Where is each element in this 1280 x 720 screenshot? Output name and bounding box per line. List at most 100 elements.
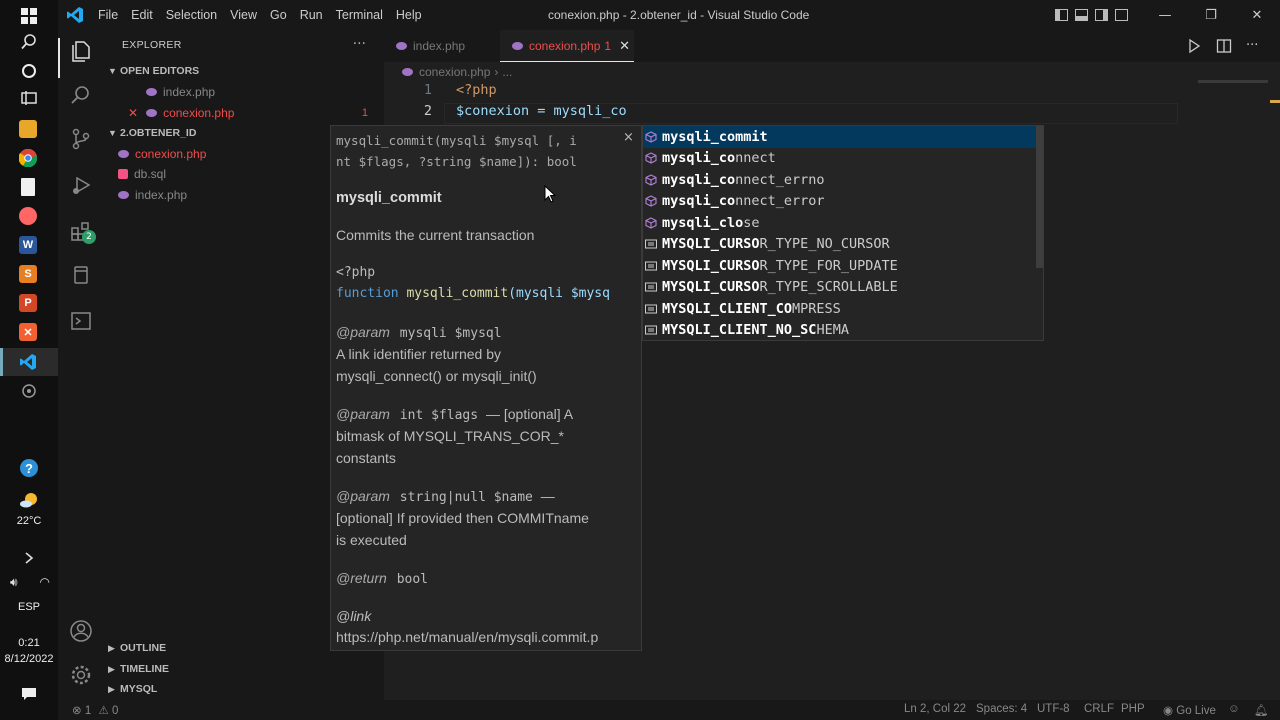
suggestion-rest: R_TYPE_NO_CURSOR bbox=[759, 236, 890, 253]
tab-index-php[interactable]: index.php bbox=[384, 30, 500, 62]
param3-desc-3: is executed bbox=[336, 532, 407, 548]
mysql-section[interactable]: ▶ MYSQL bbox=[104, 679, 384, 699]
suggestion-item[interactable]: mysqli_connect_error bbox=[643, 191, 1043, 213]
timeline-section[interactable]: ▶ TIMELINE bbox=[104, 659, 384, 679]
method-icon bbox=[645, 174, 657, 186]
chevron-down-icon: ▼ bbox=[108, 66, 117, 76]
manage-gear-icon[interactable] bbox=[68, 662, 94, 688]
suggestion-item[interactable]: MYSQLI_CLIENT_COMPRESS bbox=[643, 298, 1043, 320]
xampp-icon[interactable]: ✕ bbox=[19, 323, 37, 341]
terminal-view-icon[interactable] bbox=[68, 308, 94, 334]
file-explorer-icon[interactable] bbox=[19, 120, 37, 138]
notepad-icon[interactable] bbox=[21, 178, 35, 196]
editor-actions: ··· bbox=[1172, 38, 1262, 54]
suggestion-item[interactable]: MYSQLI_CURSOR_TYPE_SCROLLABLE bbox=[643, 277, 1043, 299]
powerpoint-icon[interactable]: P bbox=[19, 294, 37, 312]
toggle-sidebar-icon[interactable] bbox=[1055, 9, 1068, 21]
run-debug-icon[interactable] bbox=[68, 172, 94, 198]
example-open-tag: <?php bbox=[336, 265, 376, 280]
explorer-icon[interactable] bbox=[68, 38, 94, 64]
split-editor-icon[interactable] bbox=[1216, 38, 1232, 54]
encoding[interactable]: UTF-8 bbox=[1037, 703, 1070, 715]
toggle-secondary-sidebar-icon[interactable] bbox=[1095, 9, 1108, 21]
wifi-icon[interactable]: ◠ bbox=[40, 575, 50, 589]
menu-file[interactable]: File bbox=[98, 8, 118, 22]
source-control-icon[interactable] bbox=[68, 126, 94, 152]
clock-date[interactable]: 8/12/2022 bbox=[0, 653, 58, 665]
close-editor-icon[interactable]: ✕ bbox=[128, 106, 138, 120]
menu-run[interactable]: Run bbox=[300, 8, 323, 22]
database-icon[interactable] bbox=[68, 262, 94, 288]
help-icon[interactable]: ? bbox=[19, 458, 39, 478]
suggestion-item[interactable]: MYSQLI_CLIENT_NO_SCHEMA bbox=[643, 320, 1043, 342]
docs-link[interactable]: https://php.net/manual/en/mysqli.commit.… bbox=[336, 629, 598, 645]
cortana-icon[interactable] bbox=[19, 61, 39, 81]
search-view-icon[interactable] bbox=[68, 82, 94, 108]
settings-taskbar-icon[interactable] bbox=[19, 381, 39, 401]
menu-selection[interactable]: Selection bbox=[166, 8, 217, 22]
menu-terminal[interactable]: Terminal bbox=[336, 8, 383, 22]
more-editor-actions-icon[interactable]: ··· bbox=[1246, 38, 1262, 54]
tab-conexion-php[interactable]: conexion.php 1 ✕ bbox=[500, 30, 634, 62]
suggestion-item[interactable]: MYSQLI_CURSOR_TYPE_NO_CURSOR bbox=[643, 234, 1043, 256]
search-icon[interactable] bbox=[19, 32, 39, 52]
more-actions-icon[interactable]: ··· bbox=[353, 36, 366, 52]
word-icon[interactable]: W bbox=[19, 236, 37, 254]
menu-help[interactable]: Help bbox=[396, 8, 422, 22]
param1: @param mysqli $mysql bbox=[336, 324, 502, 341]
php-file-icon bbox=[402, 68, 413, 76]
account-icon[interactable] bbox=[68, 618, 94, 644]
breadcrumb-rest[interactable]: ... bbox=[502, 65, 512, 79]
run-icon[interactable] bbox=[1186, 38, 1202, 54]
windows-start-icon[interactable] bbox=[19, 6, 39, 26]
vscode-taskbar-icon[interactable] bbox=[19, 353, 37, 371]
menu-edit[interactable]: Edit bbox=[131, 8, 153, 22]
open-editor-item[interactable]: index.php bbox=[104, 82, 384, 102]
menu-view[interactable]: View bbox=[230, 8, 257, 22]
language-indicator[interactable]: ESP bbox=[0, 601, 58, 613]
php-file-icon bbox=[118, 150, 129, 158]
close-window-button[interactable]: ✕ bbox=[1234, 0, 1280, 30]
suggestion-item[interactable]: mysqli_commit bbox=[643, 126, 1043, 148]
weather-icon[interactable] bbox=[19, 490, 39, 510]
customize-layout-icon[interactable] bbox=[1115, 9, 1128, 21]
feedback-icon[interactable]: ☺ bbox=[1228, 703, 1240, 715]
problems-indicator[interactable]: ⊗ 1 ⚠ 0 bbox=[72, 703, 118, 717]
speaker-icon[interactable]: 🔊︎ bbox=[10, 575, 18, 590]
sublime-icon[interactable]: S bbox=[19, 265, 37, 283]
php-file-icon bbox=[512, 41, 523, 50]
svg-text:?: ? bbox=[25, 461, 33, 476]
menu-go[interactable]: Go bbox=[270, 8, 287, 22]
indentation[interactable]: Spaces: 4 bbox=[976, 703, 1027, 715]
breadcrumb-file[interactable]: conexion.php bbox=[419, 65, 490, 79]
close-tab-icon[interactable]: ✕ bbox=[619, 38, 630, 54]
restore-button[interactable]: ❐ bbox=[1188, 0, 1234, 30]
notifications-bell-icon[interactable]: 🔔︎ bbox=[1254, 703, 1269, 717]
chevron-right-icon[interactable] bbox=[19, 548, 39, 568]
open-editor-item-active[interactable]: ✕ conexion.php 1 bbox=[104, 103, 384, 123]
open-editors-section[interactable]: ▼ OPEN EDITORS bbox=[104, 61, 384, 81]
minimize-button[interactable]: — bbox=[1142, 0, 1188, 30]
notifications-icon[interactable] bbox=[19, 684, 39, 704]
timeline-label: TIMELINE bbox=[120, 663, 169, 675]
toggle-panel-icon[interactable] bbox=[1075, 9, 1088, 21]
line-ending[interactable]: CRLF bbox=[1084, 703, 1114, 715]
clock-time[interactable]: 0:21 bbox=[0, 637, 58, 649]
suggestion-item[interactable]: mysqli_close bbox=[643, 212, 1043, 234]
suggestion-item[interactable]: mysqli_connect bbox=[643, 148, 1043, 170]
paint-icon[interactable] bbox=[19, 207, 37, 225]
close-docs-icon[interactable]: × bbox=[623, 130, 634, 145]
cursor-position[interactable]: Ln 2, Col 22 bbox=[904, 703, 966, 715]
suggestion-match: mysqli_co bbox=[662, 193, 736, 210]
minimap[interactable] bbox=[1198, 80, 1268, 83]
file-name: index.php bbox=[135, 188, 188, 202]
go-live-button[interactable]: ◉ Go Live bbox=[1163, 703, 1216, 717]
chrome-icon[interactable] bbox=[19, 149, 37, 167]
suggestion-item[interactable]: MYSQLI_CURSOR_TYPE_FOR_UPDATE bbox=[643, 255, 1043, 277]
outline-label: OUTLINE bbox=[120, 642, 167, 654]
task-view-icon[interactable] bbox=[19, 88, 39, 108]
language-mode[interactable]: PHP bbox=[1121, 703, 1145, 715]
breadcrumb: conexion.php › ... bbox=[402, 65, 512, 79]
suggestions-scrollbar[interactable] bbox=[1036, 126, 1043, 268]
suggestion-item[interactable]: mysqli_connect_errno bbox=[643, 169, 1043, 191]
